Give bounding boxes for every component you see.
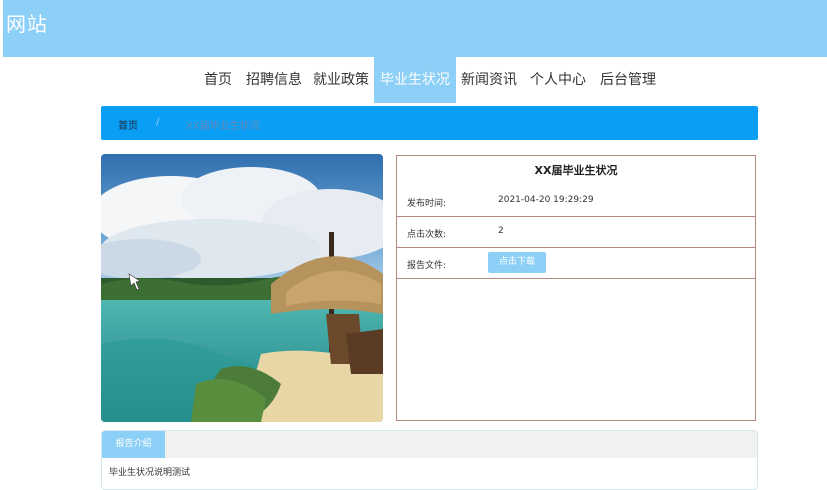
main-nav: 首页 招聘信息 就业政策 毕业生状况 新闻资讯 个人中心 后台管理 xyxy=(0,57,827,103)
nav-employment-policy[interactable]: 就业政策 xyxy=(313,57,369,103)
report-file-row: 报告文件: 点击下载 xyxy=(397,248,755,279)
tab-report-intro[interactable]: 报告介绍 xyxy=(102,431,165,458)
site-header: 网站 xyxy=(3,0,827,57)
report-intro-panel: 报告介绍 毕业生状况说明测试 xyxy=(101,430,758,490)
detail-panel: XX届毕业生状况 发布时间: 2021-04-20 19:29:29 点击次数:… xyxy=(396,155,756,421)
panel-header: 报告介绍 xyxy=(102,431,757,458)
breadcrumb-current: XX届毕业生状况 xyxy=(186,121,260,132)
nav-personal-center[interactable]: 个人中心 xyxy=(530,57,586,103)
publish-time-row: 发布时间: 2021-04-20 19:29:29 xyxy=(397,186,755,217)
breadcrumb-home[interactable]: 首页 xyxy=(118,117,138,132)
cover-image xyxy=(101,154,383,422)
breadcrumb: 首页 / XX届毕业生状况 xyxy=(101,106,758,140)
nav-home[interactable]: 首页 xyxy=(204,57,232,103)
nav-news[interactable]: 新闻资讯 xyxy=(461,57,517,103)
site-title: 网站 xyxy=(6,12,48,36)
report-intro-content: 毕业生状况说明测试 xyxy=(109,468,191,478)
nav-recruitment[interactable]: 招聘信息 xyxy=(246,57,302,103)
click-count-row: 点击次数: 2 xyxy=(397,217,755,248)
report-file-label: 报告文件: xyxy=(407,261,447,271)
detail-title: XX届毕业生状况 xyxy=(534,164,618,177)
click-count-value: 2 xyxy=(498,226,504,236)
download-button[interactable]: 点击下载 xyxy=(488,252,546,273)
breadcrumb-separator: / xyxy=(156,117,160,128)
nav-graduate-status[interactable]: 毕业生状况 xyxy=(374,57,456,103)
nav-admin[interactable]: 后台管理 xyxy=(600,57,656,103)
publish-time-value: 2021-04-20 19:29:29 xyxy=(498,195,594,205)
click-count-label: 点击次数: xyxy=(407,230,447,240)
publish-time-label: 发布时间: xyxy=(407,199,447,209)
